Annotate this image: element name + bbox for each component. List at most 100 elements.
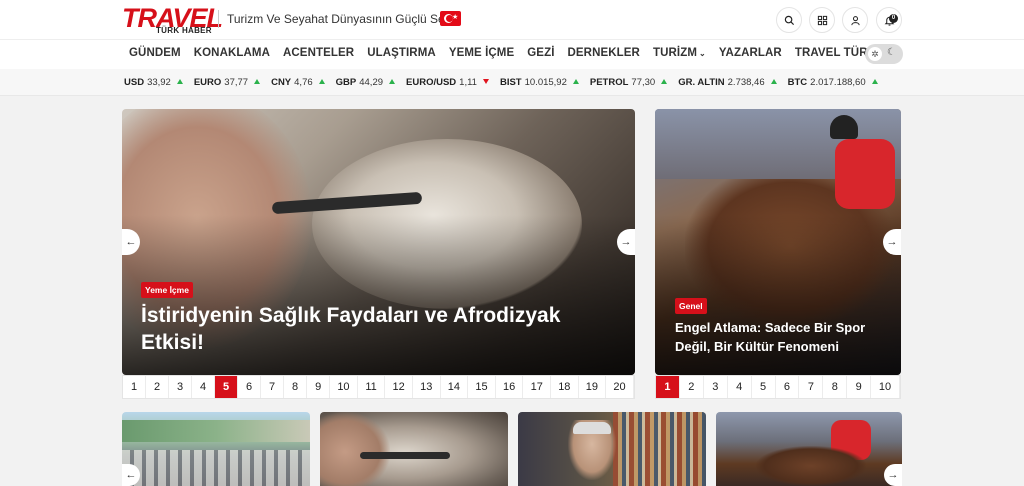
slide-headline[interactable]: İstiridyenin Sağlık Faydaları ve Afrodiz… <box>141 302 560 356</box>
tables-image <box>122 450 310 486</box>
notification-count-badge: 0 <box>889 14 898 23</box>
nav-item-gezi[interactable]: GEZİ <box>527 47 554 59</box>
pagination-page[interactable]: 5 <box>752 376 776 398</box>
pagination-page[interactable]: 2 <box>680 376 704 398</box>
main-navigation: GÜNDEM KONAKLAMA ACENTELER ULAŞTIRMA YEM… <box>0 40 1024 69</box>
pagination-page[interactable]: 1 <box>656 376 680 398</box>
chevron-right-icon: → <box>886 236 898 248</box>
ticker-value: 44,29 <box>359 77 384 88</box>
ticker-name: GR. ALTIN <box>678 77 725 88</box>
ticker-name: BTC <box>787 77 808 88</box>
side-slider[interactable]: Genel Engel Atlama: Sadece Bir Spor Deği… <box>655 109 901 375</box>
nav-item-turizm-label: TURİZM <box>652 47 698 59</box>
logo-subtext: TÜRK HABER <box>156 26 212 35</box>
pagination-page[interactable]: 3 <box>704 376 728 398</box>
ticker-name: BIST <box>499 77 522 88</box>
ticker-item: GBP 44,29 <box>335 77 396 88</box>
ticker-value: 4,76 <box>294 77 313 88</box>
pagination-page[interactable]: 19 <box>579 376 607 398</box>
pagination-page[interactable]: 10 <box>871 376 900 398</box>
nav-item-dernekler[interactable]: DERNEKLER <box>568 47 640 59</box>
theme-toggle[interactable]: ✲ ☾ <box>865 44 903 64</box>
knife-image <box>360 452 450 459</box>
main-slider[interactable]: Yeme İçme İstiridyenin Sağlık Faydaları … <box>122 109 635 375</box>
arrow-up-icon <box>661 79 668 84</box>
ticker-name: USD <box>124 77 145 88</box>
notifications-button[interactable]: 0 <box>876 7 902 33</box>
ticker-value: 2.017.188,60 <box>810 77 866 88</box>
pagination-page[interactable]: 4 <box>192 376 216 398</box>
pagination-page[interactable]: 12 <box>385 376 413 398</box>
ticker-name: EURO <box>193 77 222 88</box>
news-card-3[interactable] <box>518 412 706 486</box>
nav-item-yazarlar[interactable]: YAZARLAR <box>719 47 782 59</box>
pagination-page[interactable]: 10 <box>330 376 358 398</box>
pagination-page[interactable]: 1 <box>123 376 147 398</box>
site-tagline: Turizm Ve Seyahat Dünyasının Güçlü Sesi <box>227 12 454 26</box>
sun-icon: ✲ <box>868 47 882 61</box>
headline-line-2: Etkisi! <box>141 331 205 354</box>
nav-item-acenteler[interactable]: ACENTELER <box>283 47 354 59</box>
rider-image <box>835 139 895 209</box>
arrow-up-icon <box>318 79 325 84</box>
pagination-page[interactable]: 6 <box>238 376 262 398</box>
pagination-page[interactable]: 8 <box>284 376 308 398</box>
category-badge[interactable]: Genel <box>675 298 707 314</box>
pagination-page[interactable]: 14 <box>441 376 469 398</box>
pagination-page[interactable]: 5 <box>215 376 239 398</box>
currency-ticker: USD 33,92 EURO 37,77 CNY 4,76 GBP 44,29 EURO/USD… <box>0 69 1024 96</box>
search-button[interactable] <box>776 7 802 33</box>
pagination-page[interactable]: 8 <box>823 376 848 398</box>
ticker-item: EURO 37,77 <box>193 77 261 88</box>
ticker-value: 33,92 <box>147 77 171 88</box>
nav-item-yeme-icme[interactable]: YEME İÇME <box>449 47 514 59</box>
pagination-page[interactable]: 16 <box>496 376 524 398</box>
pagination-page[interactable]: 18 <box>551 376 579 398</box>
news-card-1[interactable]: ← <box>122 412 310 486</box>
pagination-page[interactable]: 7 <box>799 376 824 398</box>
pagination-page[interactable]: 2 <box>146 376 170 398</box>
bookshelf-image <box>613 412 706 486</box>
ticker-value: 77,30 <box>631 77 656 88</box>
pagination-page[interactable]: 17 <box>523 376 552 398</box>
user-icon <box>850 15 860 25</box>
slide-headline[interactable]: Engel Atlama: Sadece Bir Spor Değil, Bir… <box>675 318 865 356</box>
category-badge[interactable]: Yeme İçme <box>141 282 193 298</box>
headline-line-1: İstiridyenin Sağlık Faydaları ve Afrodiz… <box>141 304 561 327</box>
top-header: TRAVEL TÜRK HABER Turizm Ve Seyahat Düny… <box>0 0 1024 40</box>
news-card-4[interactable]: → <box>716 412 902 486</box>
turkey-flag-icon: ★ <box>440 11 461 26</box>
chevron-left-icon: ← <box>125 469 137 481</box>
pagination-page[interactable]: 20 <box>606 376 634 398</box>
ticker-name: GBP <box>335 77 357 88</box>
card-next-button[interactable]: → <box>884 464 902 486</box>
arrow-up-icon <box>871 79 878 84</box>
pagination-page[interactable]: 11 <box>358 376 386 398</box>
moon-icon: ☾ <box>887 47 896 58</box>
pagination-page[interactable]: 9 <box>847 376 872 398</box>
arrow-down-icon <box>482 79 489 84</box>
arrow-up-icon <box>770 79 777 84</box>
pagination-page[interactable]: 13 <box>413 376 441 398</box>
grid-menu-button[interactable] <box>809 7 835 33</box>
ticker-name: PETROL <box>589 77 629 88</box>
pagination-page[interactable]: 6 <box>776 376 800 398</box>
person-hair-image <box>573 422 611 434</box>
pagination-page[interactable]: 3 <box>169 376 193 398</box>
main-slider-pagination: 1 2 3 4 5 6 7 8 9 10 11 12 13 14 15 16 17 18 19 20 <box>122 375 635 399</box>
site-logo[interactable]: TRAVEL TÜRK HABER <box>122 4 223 36</box>
nav-item-ulastirma[interactable]: ULAŞTIRMA <box>367 47 436 59</box>
pagination-page[interactable]: 7 <box>261 376 285 398</box>
pagination-page[interactable]: 15 <box>468 376 496 398</box>
news-card-2[interactable] <box>320 412 508 486</box>
pagination-page[interactable]: 4 <box>728 376 752 398</box>
pagination-page[interactable]: 9 <box>307 376 331 398</box>
nav-item-konaklama[interactable]: KONAKLAMA <box>194 47 270 59</box>
rider-helmet-image <box>830 115 858 139</box>
user-button[interactable] <box>842 7 868 33</box>
arrow-up-icon <box>254 79 261 84</box>
nav-item-turizm[interactable]: TURİZM ⌄ <box>653 47 706 59</box>
ticker-item: GR. ALTIN 2.738,46 <box>678 77 777 88</box>
ticker-value: 37,77 <box>224 77 249 88</box>
nav-item-gundem[interactable]: GÜNDEM <box>129 47 181 59</box>
